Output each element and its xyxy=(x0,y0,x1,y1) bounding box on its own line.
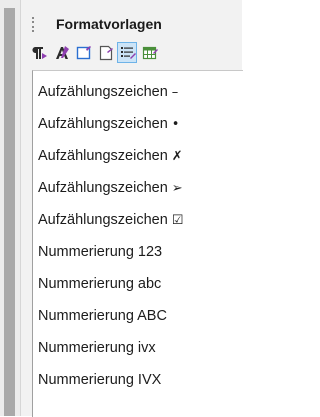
list-item-label: Nummerierung 123 xyxy=(38,244,163,260)
table-styles-button[interactable] xyxy=(139,42,159,63)
list-item-label: Nummerierung IVX xyxy=(38,372,162,388)
list-item-label: Aufzählungszeichen xyxy=(38,116,168,132)
list-item-bullet-arrow[interactable]: Aufzählungszeichen ➢ xyxy=(38,176,183,200)
list-styles-icon xyxy=(121,47,136,59)
list-item-numbering-ivx[interactable]: Nummerierung ivx xyxy=(38,336,156,360)
character-styles-icon xyxy=(56,46,69,59)
list-item-symbol: • xyxy=(171,116,180,132)
list-item-bullet-cross[interactable]: Aufzählungszeichen ✗ xyxy=(38,144,183,168)
list-item-numbering-123[interactable]: Nummerierung 123 xyxy=(38,240,162,264)
table-styles-icon xyxy=(142,46,158,60)
side-scrollbar[interactable] xyxy=(4,8,15,416)
list-item-bullet-dot[interactable]: Aufzählungszeichen • xyxy=(38,112,179,136)
list-item-label: Nummerierung ivx xyxy=(38,340,156,356)
frame-styles-icon xyxy=(76,46,91,60)
list-item-label: Aufzählungszeichen xyxy=(38,148,168,164)
frame-styles-button[interactable] xyxy=(73,42,93,63)
style-list[interactable]: Aufzählungszeichen – Aufzählungszeichen … xyxy=(32,70,243,417)
page-styles-icon xyxy=(99,45,113,61)
page-styles-button[interactable] xyxy=(95,42,115,63)
list-item-label: Aufzählungszeichen xyxy=(38,84,168,100)
list-item-symbol: ✗ xyxy=(171,148,183,164)
character-styles-button[interactable] xyxy=(51,42,71,63)
list-item-bullet-dash[interactable]: Aufzählungszeichen – xyxy=(38,80,178,104)
left-scroll-strip xyxy=(0,0,21,416)
panel-header: Formatvorlagen xyxy=(21,14,242,38)
list-item-label: Nummerierung ABC xyxy=(38,308,167,324)
paragraph-styles-icon xyxy=(32,47,47,59)
list-item-numbering-IVX[interactable]: Nummerierung IVX xyxy=(38,368,161,392)
drag-grip-icon[interactable] xyxy=(32,17,38,32)
list-item-label: Aufzählungszeichen xyxy=(38,180,168,196)
list-item-numbering-abc[interactable]: Nummerierung abc xyxy=(38,272,161,296)
list-item-label: Aufzählungszeichen xyxy=(38,212,168,228)
list-item-label: Nummerierung abc xyxy=(38,276,162,292)
style-category-toolbar xyxy=(29,42,159,66)
list-item-symbol: ➢ xyxy=(171,180,183,196)
paragraph-styles-button[interactable] xyxy=(29,42,49,63)
list-item-symbol: – xyxy=(171,84,179,100)
list-item-numbering-ABC[interactable]: Nummerierung ABC xyxy=(38,304,167,328)
list-item-symbol: ☑ xyxy=(171,212,184,228)
list-styles-button[interactable] xyxy=(117,42,137,63)
panel-title: Formatvorlagen xyxy=(56,16,162,32)
list-item-bullet-checkbox[interactable]: Aufzählungszeichen ☑ xyxy=(38,208,183,232)
